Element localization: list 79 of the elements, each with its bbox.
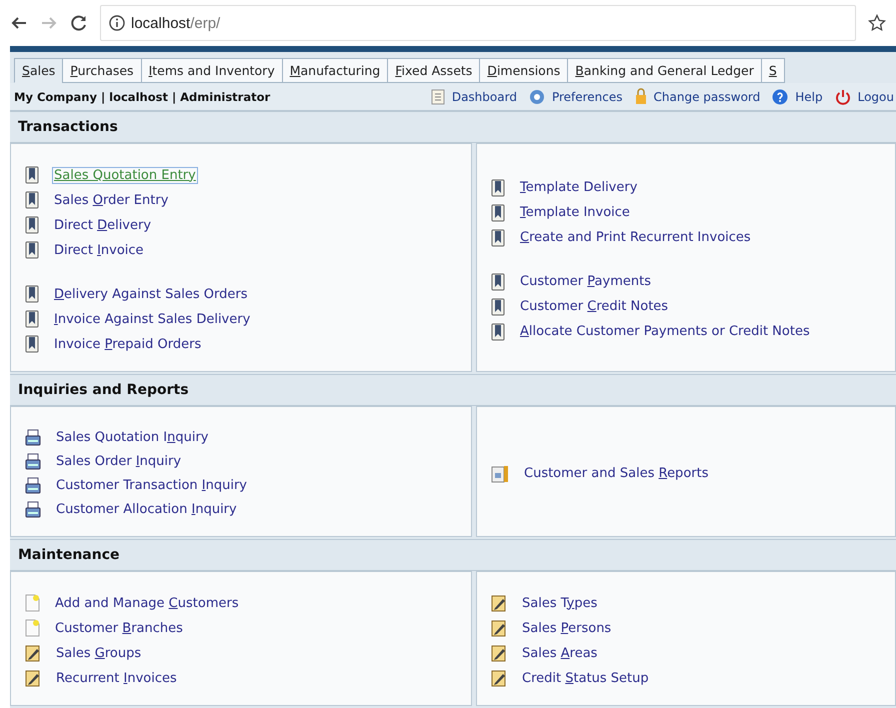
toolbar-link[interactable]: Preferences: [528, 88, 623, 105]
binder-icon: [491, 322, 505, 340]
binder-icon: [25, 335, 39, 353]
binder-icon: [25, 166, 39, 184]
document-icon: [25, 619, 40, 637]
notepad-pencil-icon: [25, 644, 41, 662]
menu-link[interactable]: Customer Credit Notes: [519, 299, 670, 314]
menu-link[interactable]: Customer Payments: [519, 274, 652, 289]
menu-link[interactable]: Sales Order Entry: [53, 192, 170, 208]
report-icon: [491, 464, 509, 482]
menu-link[interactable]: Template Invoice: [519, 205, 631, 220]
menu-link[interactable]: Customer and Sales Reports: [523, 466, 710, 481]
menu-tab[interactable]: Manufacturing: [282, 58, 388, 83]
binder-icon: [491, 228, 505, 246]
url-path: /erp/: [190, 14, 220, 32]
document-icon: [25, 594, 40, 612]
toolbar-link[interactable]: Change password: [634, 88, 760, 105]
binder-icon: [491, 298, 505, 316]
section-title: Inquiries and Reports: [10, 374, 896, 406]
menu-tab[interactable]: Fixed Assets: [387, 58, 480, 83]
notepad-pencil-icon: [491, 594, 507, 612]
toolbar-link[interactable]: Dashboard: [430, 88, 517, 105]
menu-link[interactable]: Template Delivery: [519, 180, 638, 195]
toolbar-link[interactable]: Logou: [834, 88, 894, 105]
menu-link[interactable]: Credit Status Setup: [521, 670, 650, 686]
menu-link[interactable]: Allocate Customer Payments or Credit Notes: [519, 324, 811, 339]
document-icon: [430, 88, 445, 104]
user-info: My Company | localhost | Administrator: [14, 90, 270, 104]
binder-icon: [25, 216, 39, 234]
help-icon: [772, 88, 788, 104]
menu-link[interactable]: Recurrent Invoices: [55, 670, 178, 686]
menu-link[interactable]: Sales Groups: [55, 646, 142, 660]
menu-link[interactable]: Sales Quotation Inquiry: [55, 430, 210, 445]
menu-link[interactable]: Invoice Against Sales Delivery: [53, 312, 252, 326]
notepad-pencil-icon: [25, 669, 41, 687]
menu-tab[interactable]: Purchases: [62, 58, 142, 83]
binder-icon: [25, 310, 39, 328]
menu-link[interactable]: Customer Allocation Inquiry: [55, 502, 238, 517]
bookmark-star-icon[interactable]: [868, 14, 886, 32]
menu-link[interactable]: Add and Manage Customers: [54, 596, 240, 610]
printer-icon: [25, 453, 41, 470]
info-icon: [109, 15, 125, 31]
padlock-icon: [634, 88, 647, 105]
menu-tab[interactable]: Sales: [14, 58, 64, 83]
power-icon: [834, 88, 851, 104]
notepad-pencil-icon: [491, 669, 507, 687]
binder-icon: [25, 241, 39, 259]
menu-link[interactable]: Sales Areas: [521, 646, 598, 660]
menu-tab[interactable]: Items and Inventory: [140, 58, 283, 83]
section-title: Transactions: [10, 111, 896, 143]
menu-link[interactable]: Delivery Against Sales Orders: [53, 286, 249, 302]
binder-icon: [491, 204, 505, 222]
binder-icon: [25, 285, 39, 303]
reload-icon[interactable]: [70, 14, 88, 32]
url-host: localhost: [131, 14, 190, 32]
menu-tab[interactable]: Dimensions: [479, 58, 568, 83]
printer-icon: [25, 501, 41, 518]
menu-link[interactable]: Sales Persons: [521, 620, 612, 636]
binder-icon: [25, 191, 39, 209]
notepad-pencil-icon: [491, 619, 507, 637]
menu-link[interactable]: Direct Delivery: [53, 218, 152, 232]
printer-icon: [25, 477, 41, 494]
menu-link[interactable]: Direct Invoice: [53, 242, 145, 258]
menu-link[interactable]: Sales Order Inquiry: [55, 454, 182, 469]
binder-icon: [491, 272, 505, 290]
menu-link[interactable]: Invoice Prepaid Orders: [53, 336, 202, 352]
menu-tab[interactable]: S: [760, 58, 785, 83]
menu-link[interactable]: Create and Print Recurrent Invoices: [519, 230, 752, 245]
address-bar[interactable]: localhost/erp/: [100, 5, 856, 41]
menu-link[interactable]: Sales Types: [521, 596, 598, 610]
printer-icon: [25, 429, 41, 446]
section-title: Maintenance: [10, 539, 896, 571]
menu-link[interactable]: Customer Branches: [54, 620, 184, 636]
menu-link[interactable]: Customer Transaction Inquiry: [55, 478, 248, 493]
toolbar-link[interactable]: Help: [772, 88, 823, 105]
binder-icon: [491, 178, 505, 196]
menu-tab[interactable]: Banking and General Ledger: [567, 58, 762, 83]
menu-link[interactable]: Sales Quotation Entry: [53, 168, 197, 182]
notepad-pencil-icon: [491, 644, 507, 662]
